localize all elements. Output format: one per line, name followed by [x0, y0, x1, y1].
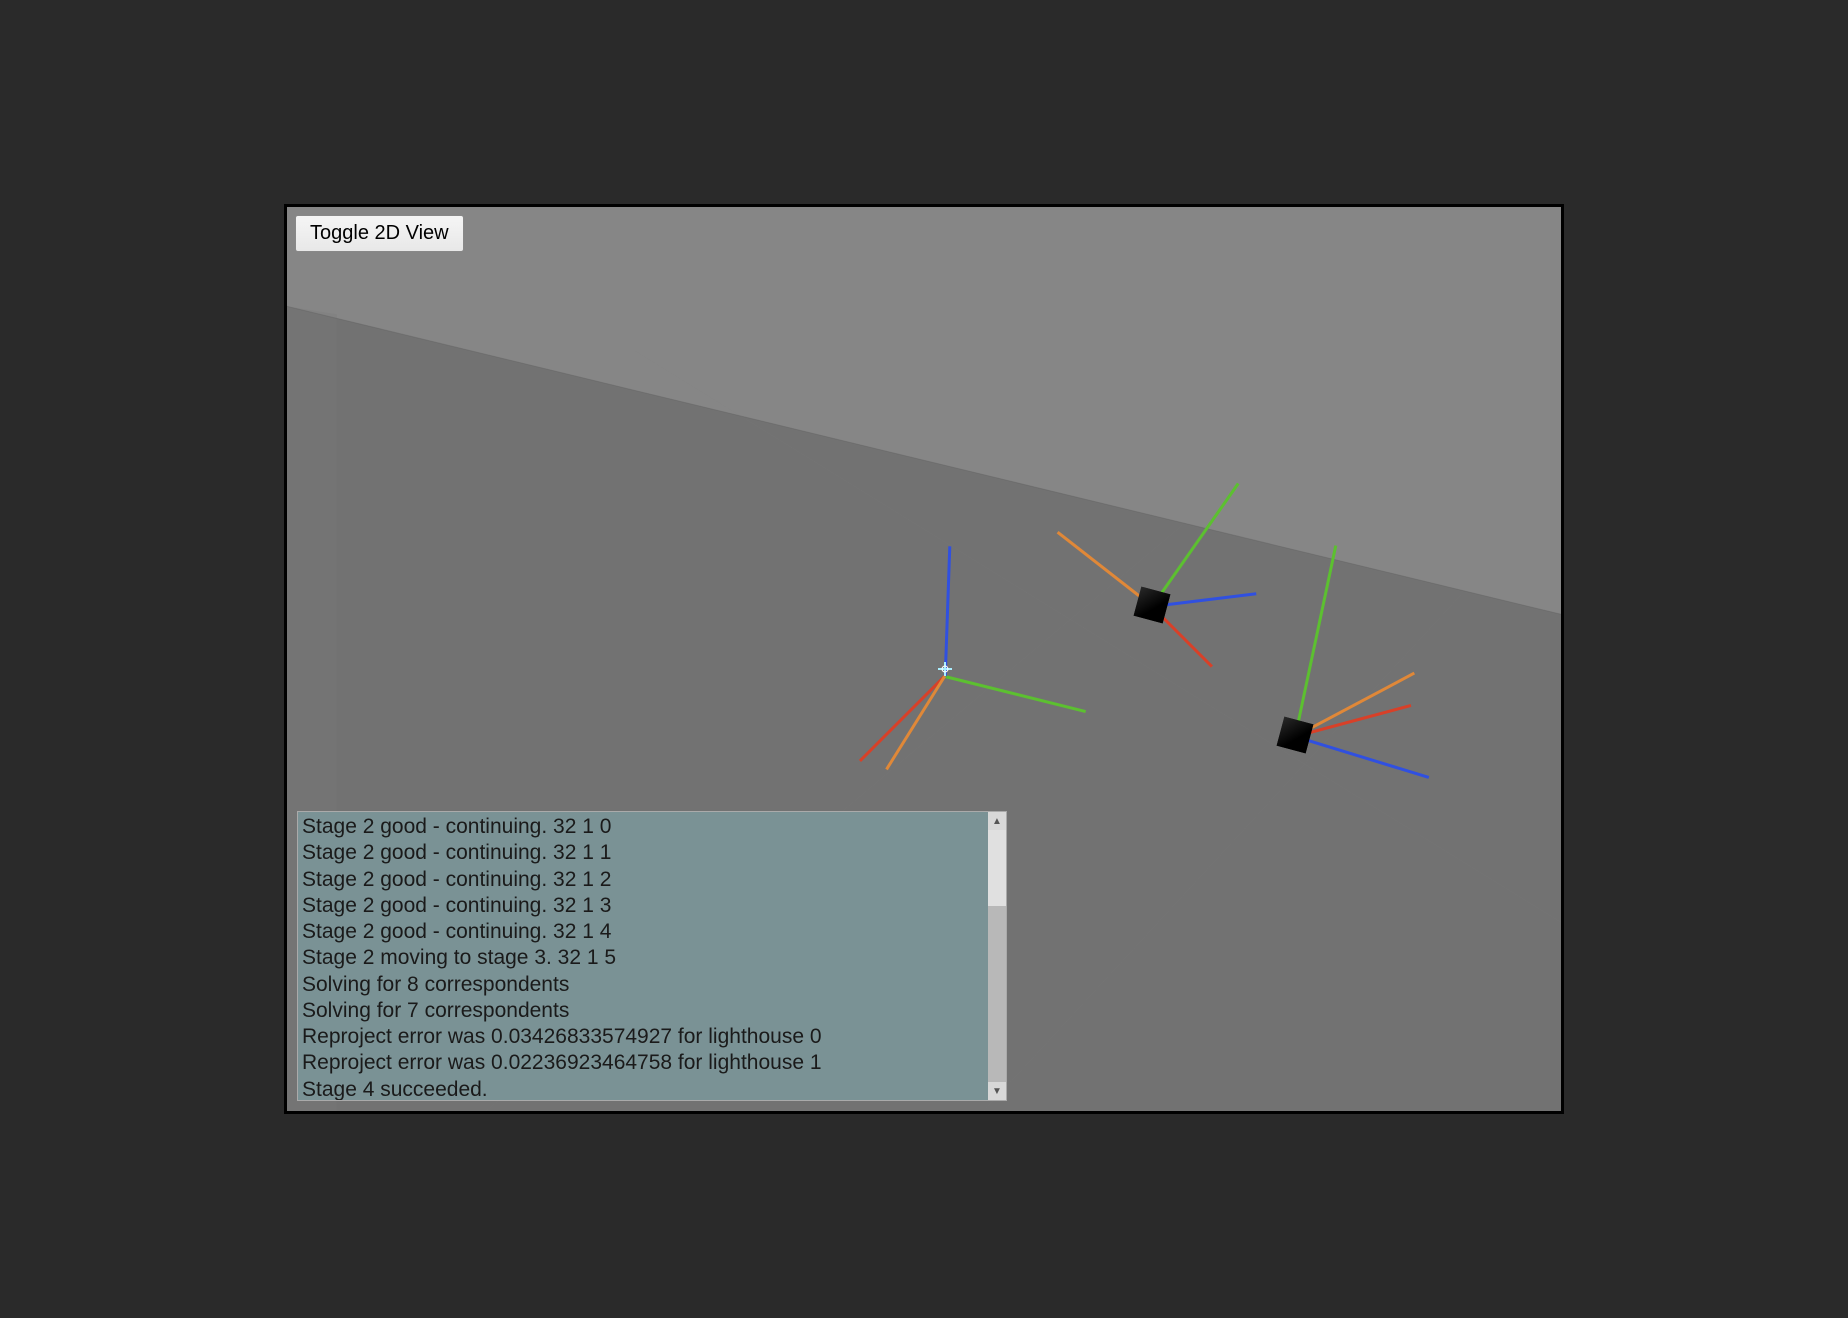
toggle-2d-view-button[interactable]: Toggle 2D View	[295, 215, 464, 252]
console-panel: Stage 2 good - continuing. 32 1 0Stage 2…	[297, 811, 1007, 1101]
scroll-down-icon[interactable]: ▼	[988, 1082, 1006, 1100]
console-line: Stage 2 good - continuing. 32 1 2	[302, 867, 984, 893]
console-line: Reproject error was 0.03426833574927 for…	[302, 1024, 984, 1050]
console-line: Stage 2 good - continuing. 32 1 3	[302, 893, 984, 919]
console-line: Stage 4 succeeded.	[302, 1077, 984, 1101]
scroll-up-icon[interactable]: ▲	[988, 812, 1006, 830]
console-line: Stage 2 good - continuing. 32 1 1	[302, 840, 984, 866]
console-line: Reproject error was 0.02236923464758 for…	[302, 1050, 984, 1076]
console-scrollbar[interactable]: ▲ ▼	[988, 812, 1006, 1100]
console-line: Stage 2 good - continuing. 32 1 0	[302, 814, 984, 840]
scroll-track[interactable]	[988, 830, 1006, 1082]
console-line: Stage 2 moving to stage 3. 32 1 5	[302, 945, 984, 971]
console-line: Solving for 8 correspondents	[302, 972, 984, 998]
viewer-frame[interactable]: Toggle 2D View Stage 2 good - continuing…	[284, 204, 1564, 1114]
scroll-thumb[interactable]	[988, 906, 1006, 1082]
console-output: Stage 2 good - continuing. 32 1 0Stage 2…	[298, 812, 988, 1100]
origin-marker-icon	[938, 662, 952, 676]
console-line: Solving for 7 correspondents	[302, 998, 984, 1024]
console-line: Stage 2 good - continuing. 32 1 4	[302, 919, 984, 945]
